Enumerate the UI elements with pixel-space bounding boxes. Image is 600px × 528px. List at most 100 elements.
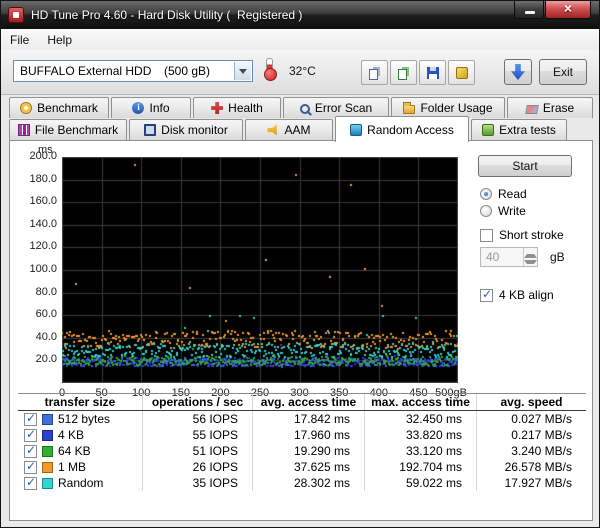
series-checkbox[interactable]	[24, 413, 37, 426]
drive-selector[interactable]: BUFFALO External HDD (500 gB)	[13, 60, 253, 82]
title-bar: HD Tune Pro 4.60 - Hard Disk Utility ( R…	[1, 1, 599, 29]
avg-speed-value: 3.240 MB/s	[476, 443, 586, 459]
file-benchmark-icon	[18, 124, 30, 136]
download-icon	[511, 64, 525, 80]
write-radio[interactable]	[480, 205, 492, 217]
col-header-avg-access: avg. access time	[252, 394, 364, 410]
random-access-icon	[350, 124, 362, 136]
extra-tests-icon	[482, 124, 494, 136]
col-header-operations: operations / sec	[142, 394, 252, 410]
tab-benchmark[interactable]: Benchmark	[9, 97, 109, 118]
download-button[interactable]	[504, 59, 532, 85]
table-row: 4 KB 55 IOPS 17.960 ms 33.820 ms 0.217 M…	[18, 427, 586, 443]
align-checkbox[interactable]	[480, 289, 493, 302]
random-access-page: ms 20.040.060.080.0100.0120.0140.0160.01…	[9, 140, 593, 521]
short-stroke-unit-label: gB	[550, 250, 565, 264]
avg-speed-value: 17.927 MB/s	[476, 475, 586, 491]
series-label: 64 KB	[58, 444, 91, 458]
y-tick-label: 200.0	[10, 150, 57, 162]
tab-row-1: Benchmark Info Health Error Scan Folder …	[9, 97, 593, 118]
avg-speed-value: 26.578 MB/s	[476, 459, 586, 475]
max-access-value: 192.704 ms	[364, 459, 476, 475]
menu-help[interactable]: Help	[38, 31, 81, 49]
series-checkbox[interactable]	[24, 429, 37, 442]
write-option[interactable]: Write	[480, 204, 526, 218]
benchmark-icon	[20, 102, 32, 114]
close-button[interactable]: ×	[545, 1, 591, 19]
read-option[interactable]: Read	[480, 187, 527, 201]
y-tick-label: 20.0	[10, 353, 57, 365]
tab-folder-usage[interactable]: Folder Usage	[391, 97, 505, 118]
tab-label: AAM	[284, 123, 310, 137]
exit-button[interactable]: Exit	[539, 59, 587, 85]
save-icon	[427, 67, 439, 79]
health-cross-icon	[211, 102, 223, 114]
tab-error-scan[interactable]: Error Scan	[283, 97, 389, 118]
tab-label: Info	[149, 101, 169, 115]
spin-down-icon[interactable]	[524, 258, 537, 267]
y-tick-label: 160.0	[10, 195, 57, 207]
col-header-max-access: max. access time	[364, 394, 476, 410]
chevron-down-icon[interactable]	[234, 62, 251, 80]
series-checkbox[interactable]	[24, 445, 37, 458]
tab-extra-tests[interactable]: Extra tests	[471, 119, 567, 140]
align-option[interactable]: 4 KB align	[480, 288, 554, 302]
write-label: Write	[498, 204, 526, 218]
tab-file-benchmark[interactable]: File Benchmark	[9, 119, 127, 140]
tab-aam[interactable]: AAM	[245, 119, 333, 140]
spin-up-icon[interactable]	[524, 248, 537, 258]
y-tick-label: 40.0	[10, 331, 57, 343]
avg-access-value: 37.625 ms	[252, 459, 364, 475]
copy-icon	[369, 69, 378, 80]
table-row: 512 bytes 56 IOPS 17.842 ms 32.450 ms 0.…	[18, 411, 586, 427]
tab-label: Disk monitor	[161, 123, 228, 137]
tab-info[interactable]: Info	[111, 97, 191, 118]
avg-access-value: 17.842 ms	[252, 411, 364, 427]
table-header-row: transfer size operations / sec avg. acce…	[18, 393, 586, 411]
tab-disk-monitor[interactable]: Disk monitor	[129, 119, 243, 140]
ops-value: 56 IOPS	[142, 411, 252, 427]
col-header-avg-speed: avg. speed	[476, 394, 586, 410]
tab-label: Health	[228, 101, 263, 115]
series-label: 1 MB	[58, 460, 86, 474]
window-title: HD Tune Pro 4.60 - Hard Disk Utility ( R…	[31, 8, 302, 22]
tab-label: Erase	[543, 101, 574, 115]
series-label: 512 bytes	[58, 412, 110, 426]
series-checkbox[interactable]	[24, 477, 37, 490]
tab-label: Extra tests	[499, 123, 556, 137]
app-window: HD Tune Pro 4.60 - Hard Disk Utility ( R…	[0, 0, 600, 528]
short-stroke-option[interactable]: Short stroke	[480, 228, 564, 242]
minimize-button[interactable]	[514, 1, 544, 19]
avg-speed-value: 0.027 MB/s	[476, 411, 586, 427]
short-stroke-checkbox[interactable]	[480, 229, 493, 242]
start-button[interactable]: Start	[478, 155, 572, 177]
short-stroke-value: 40	[481, 250, 523, 264]
avg-access-value: 19.290 ms	[252, 443, 364, 459]
spinner-arrows[interactable]	[523, 248, 537, 266]
tab-erase[interactable]: Erase	[507, 97, 593, 118]
options-button[interactable]	[448, 60, 475, 85]
y-tick-label: 100.0	[10, 263, 57, 275]
monitor-icon	[144, 124, 156, 136]
tab-row-2: File Benchmark Disk monitor AAM Random A…	[9, 119, 567, 142]
tab-label: Folder Usage	[420, 101, 492, 115]
table-row: 1 MB 26 IOPS 37.625 ms 192.704 ms 26.578…	[18, 459, 586, 475]
magnifier-icon	[300, 104, 310, 114]
legend-color	[42, 462, 53, 473]
align-label: 4 KB align	[499, 288, 554, 302]
col-header-transfer-size: transfer size	[18, 395, 142, 409]
table-row: 64 KB 51 IOPS 19.290 ms 33.120 ms 3.240 …	[18, 443, 586, 459]
tab-random-access[interactable]: Random Access	[335, 116, 469, 142]
max-access-value: 33.120 ms	[364, 443, 476, 459]
ops-value: 35 IOPS	[142, 475, 252, 491]
read-radio[interactable]	[480, 188, 492, 200]
copy-text-button[interactable]	[361, 60, 388, 85]
short-stroke-size-input[interactable]: 40	[480, 247, 538, 267]
legend-color	[42, 414, 53, 425]
tab-health[interactable]: Health	[193, 97, 281, 118]
copy-image-button[interactable]	[390, 60, 417, 85]
results-table: transfer size operations / sec avg. acce…	[18, 393, 586, 491]
save-screenshot-button[interactable]	[419, 60, 446, 85]
menu-file[interactable]: File	[1, 31, 38, 49]
series-checkbox[interactable]	[24, 461, 37, 474]
